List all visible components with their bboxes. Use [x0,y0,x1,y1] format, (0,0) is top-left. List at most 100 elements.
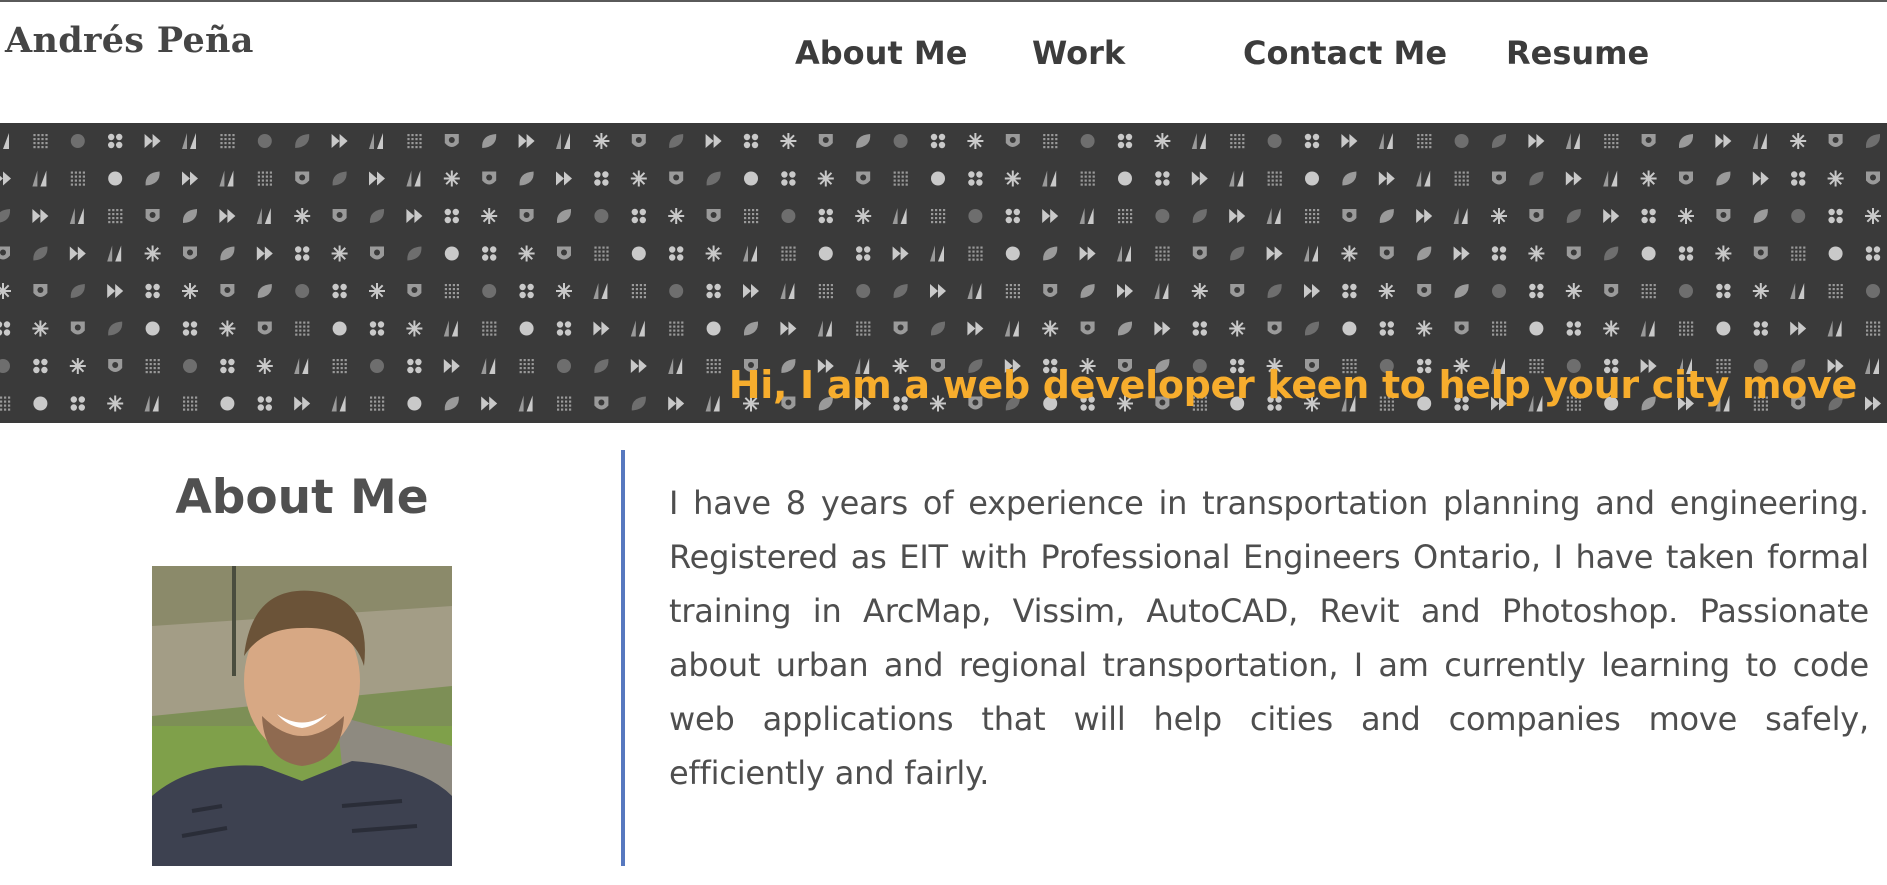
grid-icon [183,396,198,411]
leaf-icon [1342,171,1357,186]
star-icon [556,283,572,299]
leaf-icon [1043,246,1058,261]
dots-icon [818,208,833,224]
star-icon [1603,320,1620,337]
triangle-pair-icon [32,170,47,187]
triangle-pair-icon [1640,320,1655,337]
shield-icon [1267,321,1282,335]
dots-icon [1192,321,1207,336]
circle-icon [1454,134,1469,148]
dots-icon [594,171,609,186]
shield-icon [1454,321,1469,335]
double-arrow-icon [518,134,535,148]
grid-icon [931,209,946,224]
shield-icon [220,284,235,297]
dots-icon [856,246,871,261]
circle-icon [295,284,310,298]
nav-work[interactable]: Work [1032,34,1125,72]
shield-icon [818,134,833,147]
dots-icon [1753,321,1768,336]
circle-icon [1155,209,1170,223]
star-icon [1715,245,1732,262]
dots-icon [482,246,497,261]
triangle-pair-icon [1229,170,1244,187]
grid-icon [1641,284,1656,299]
star-icon [294,208,311,224]
star-icon [705,245,722,262]
shield-icon [370,246,384,260]
leaf-icon [669,134,684,148]
circle-icon [1267,134,1282,148]
circle-icon [332,321,347,336]
leaf-icon [482,134,497,148]
shield-icon [1641,134,1656,147]
dots-icon [1791,171,1806,186]
triangle-pair-icon [518,395,533,412]
nav-contact-me[interactable]: Contact Me [1243,34,1447,72]
triangle-pair-icon [1565,133,1580,149]
star-icon [1378,283,1395,299]
star-icon [1191,283,1208,299]
shield-icon [1604,284,1619,297]
triangle-pair-icon [1079,208,1094,224]
triangle-pair-icon [219,170,234,187]
double-arrow-icon [1565,171,1582,186]
leaf-icon [1192,209,1207,223]
nav-about-me[interactable]: About Me [795,34,967,72]
circle-icon [1679,284,1693,298]
double-arrow-icon [107,284,124,298]
leaf-icon [856,134,871,148]
dots-icon [1379,321,1394,336]
dots-icon [220,358,235,374]
double-arrow-icon [256,246,273,261]
shield-icon [1828,134,1843,147]
nav-resume[interactable]: Resume [1506,34,1649,72]
triangle-pair-icon [3,133,9,149]
double-arrow-icon [1304,284,1320,298]
triangle-pair-icon [705,395,720,412]
leaf-icon [556,209,572,223]
circle-icon [1866,284,1880,298]
triangle-pair-icon [144,395,159,412]
star-icon [1341,245,1358,262]
leaf-icon [1753,209,1768,223]
shield-icon [1492,171,1506,185]
grid-icon [744,209,759,224]
leaf-icon [519,171,534,186]
circle-icon [1828,246,1843,261]
star-icon [107,395,124,412]
star-icon [1004,170,1021,187]
triangle-pair-icon [1416,170,1431,187]
grid-icon [1267,171,1282,186]
grid-icon [893,171,908,186]
star-icon [668,208,685,224]
dots-icon [1865,246,1881,261]
star-icon [144,245,161,262]
circle-icon [931,171,945,186]
triangle-pair-icon [668,358,683,374]
circle-icon [70,134,85,148]
dots-icon [1304,133,1320,149]
leaf-icon [1716,171,1731,186]
double-arrow-icon [32,209,49,223]
circle-icon [1641,246,1656,261]
grid-icon [1118,209,1133,224]
double-arrow-icon [481,396,498,411]
leaf-icon [930,321,946,336]
shield-icon [108,359,123,372]
grid-icon [968,246,983,261]
circle-icon [706,321,721,336]
grid-icon [557,396,572,411]
grid-icon [1492,321,1507,336]
star-icon [1752,283,1769,299]
grid-icon [1043,134,1058,149]
shield-icon [1566,246,1581,260]
double-arrow-icon [1790,321,1807,336]
grid-icon [1866,321,1881,336]
profile-photo [152,566,452,866]
leaf-icon [145,171,160,186]
star-icon [443,170,460,187]
dots-icon [257,396,272,411]
grid-icon [1305,209,1320,224]
shield-icon [1379,246,1394,260]
